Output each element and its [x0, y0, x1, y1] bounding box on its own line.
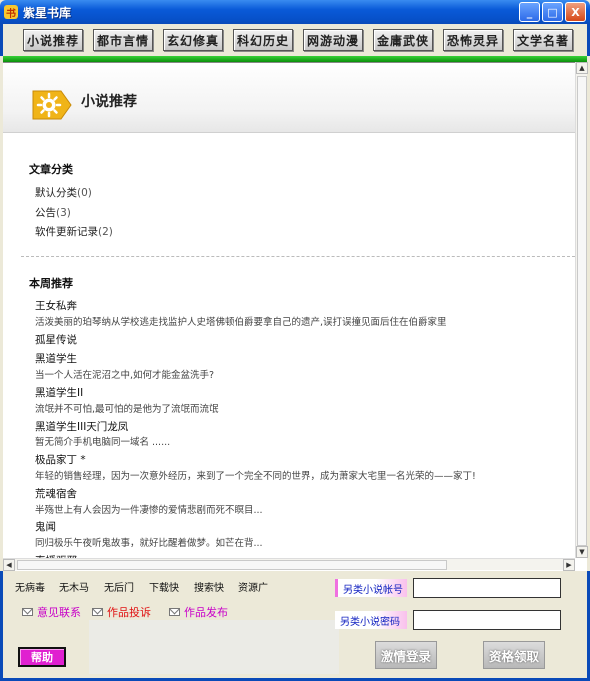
category-button[interactable]: 文学名著: [513, 29, 573, 51]
vertical-scroll-thumb[interactable]: [577, 76, 587, 546]
book-description: 暂无简介手机电脑同一域名 ......: [35, 437, 171, 448]
book-title-link[interactable]: 黑道学生III天门龙凤: [35, 419, 128, 434]
account-label: 另类小说帐号: [335, 579, 407, 597]
book-title-link[interactable]: 王女私奔: [35, 298, 77, 313]
app-book-icon: 书: [4, 5, 18, 20]
book-title-link[interactable]: 黑道学生: [35, 351, 77, 366]
quick-link[interactable]: 无木马: [59, 579, 89, 594]
quick-link[interactable]: 资源广: [238, 579, 268, 594]
book-description: 年轻的销售经理，因为一次意外经历，来到了一个完全不同的世界，成为萧家大宅里一名光…: [35, 471, 476, 482]
envelope-icon: [169, 608, 180, 616]
password-input[interactable]: [413, 610, 561, 630]
horizontal-scrollbar[interactable]: ◀ ▶: [3, 558, 575, 571]
article-category-item[interactable]: 默认分类(0): [35, 185, 92, 200]
book-title-link[interactable]: 黑道学生II: [35, 385, 83, 400]
feedback-link[interactable]: 意见联系: [22, 604, 81, 620]
password-label: 另类小说密码: [335, 611, 407, 629]
category-button[interactable]: 都市言情: [93, 29, 153, 51]
quick-link[interactable]: 无后门: [104, 579, 134, 594]
login-button[interactable]: 激情登录: [375, 641, 437, 669]
book-description: 当一个人活在泥沼之中,如何才能金盆洗手?: [35, 370, 215, 381]
window-title: 紫星书库: [23, 5, 72, 20]
book-description: 半殇世上有人会因为一件凄惨的爱情悲剧而死不瞑目...: [35, 505, 263, 516]
info-panel: [89, 620, 339, 674]
category-nav: 小说推荐 都市言情 玄幻修真 科幻历史 网游动漫 金庸武侠 恐怖灵异 文学名著: [0, 24, 590, 56]
close-button[interactable]: X: [565, 2, 586, 22]
gear-badge-icon: [32, 90, 72, 120]
claim-button[interactable]: 资格领取: [483, 641, 545, 669]
section-divider: [21, 256, 575, 257]
book-title-link[interactable]: 鬼闻: [35, 519, 56, 534]
article-category-item[interactable]: 软件更新记录(2): [35, 224, 113, 239]
weekly-recommend-heading: 本周推荐: [29, 277, 73, 290]
maximize-button[interactable]: □: [542, 2, 563, 22]
page-header: 小说推荐: [3, 63, 575, 133]
content-frame: 小说推荐 文章分类 默认分类(0) 公告(3) 软件更新记录(2) 本周推荐 王…: [3, 62, 587, 571]
book-title-link[interactable]: 荒魂宿舍: [35, 486, 77, 501]
envelope-icon: [92, 608, 103, 616]
page-title: 小说推荐: [81, 94, 137, 110]
article-category-item[interactable]: 公告(3): [35, 205, 71, 220]
book-title-link[interactable]: 孤星传说: [35, 332, 77, 347]
book-title-link[interactable]: 极品家丁 *: [35, 452, 86, 467]
category-button[interactable]: 小说推荐: [23, 29, 83, 51]
scroll-right-arrow-icon[interactable]: ▶: [563, 559, 575, 571]
bottom-panel: 无病毒 无木马 无后门 下载快 搜索快 资源广 意见联系 作品投诉 作品发布 帮…: [0, 571, 590, 681]
publish-link[interactable]: 作品发布: [169, 604, 228, 620]
title-bar: 书 紫星书库 _ □ X: [0, 0, 590, 24]
help-button[interactable]: 帮助: [18, 647, 66, 667]
scroll-up-arrow-icon[interactable]: ▲: [576, 62, 588, 74]
book-description: 同归极乐午夜听鬼故事，就好比醒着做梦。如芒在背...: [35, 538, 263, 549]
account-input[interactable]: [413, 578, 561, 598]
category-button[interactable]: 金庸武侠: [373, 29, 433, 51]
scroll-down-arrow-icon[interactable]: ▼: [576, 546, 588, 558]
quick-link[interactable]: 下载快: [149, 579, 179, 594]
article-category-heading: 文章分类: [29, 163, 73, 176]
horizontal-scroll-thumb[interactable]: [17, 560, 447, 570]
book-description: 活泼美丽的珀琴纳从学校逃走找监护人史塔佛顿伯爵要拿自己的遗产,误打误撞见面后住在…: [35, 317, 447, 328]
category-button[interactable]: 科幻历史: [233, 29, 293, 51]
vertical-scrollbar[interactable]: ▲ ▼: [575, 62, 588, 558]
scroll-left-arrow-icon[interactable]: ◀: [3, 559, 15, 571]
minimize-button[interactable]: _: [519, 2, 540, 22]
category-button[interactable]: 玄幻修真: [163, 29, 223, 51]
category-button[interactable]: 恐怖灵异: [443, 29, 503, 51]
book-description: 流氓并不可怕,最可怕的是他为了流氓而流氓: [35, 404, 219, 415]
envelope-icon: [22, 608, 33, 616]
category-button[interactable]: 网游动漫: [303, 29, 363, 51]
quick-link[interactable]: 无病毒: [15, 579, 45, 594]
quick-link[interactable]: 搜索快: [194, 579, 224, 594]
complaint-link[interactable]: 作品投诉: [92, 604, 151, 620]
